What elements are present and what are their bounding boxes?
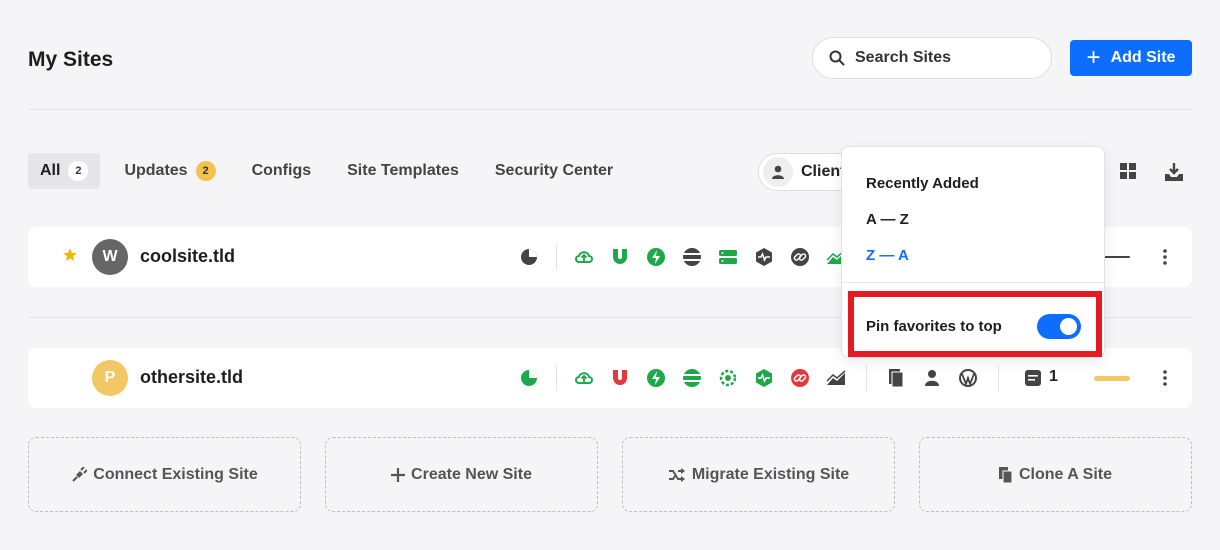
status-bar: [1094, 376, 1130, 381]
seo-icon[interactable]: [718, 368, 738, 388]
user-icon[interactable]: [922, 368, 942, 388]
tab-count-badge: 2: [195, 161, 216, 181]
action-label: Migrate Existing Site: [691, 465, 850, 483]
toggle-knob: [1060, 318, 1077, 335]
search-input[interactable]: Search Sites: [812, 37, 1052, 79]
tab-all[interactable]: All 2: [28, 153, 101, 189]
connect-existing-site-button[interactable]: Connect Existing Site: [28, 437, 301, 512]
sort-option-recently-added[interactable]: Recently Added: [866, 175, 979, 192]
plus-icon: [391, 467, 406, 482]
site-name[interactable]: coolsite.tld: [140, 246, 235, 267]
status-line: [1104, 256, 1130, 258]
avatar: P: [92, 360, 128, 396]
more-options-icon[interactable]: [1158, 247, 1172, 267]
pages-icon[interactable]: [886, 368, 906, 388]
performance-bolt-icon[interactable]: [646, 368, 666, 388]
link-checker-icon[interactable]: [790, 368, 810, 388]
page-title: My Sites: [28, 48, 114, 71]
favorite-star-icon[interactable]: [62, 247, 78, 263]
grid-view-icon[interactable]: [1119, 162, 1137, 180]
link-checker-icon[interactable]: [790, 247, 810, 267]
tab-label: Configs: [251, 162, 312, 179]
uptime-monitor-icon[interactable]: [754, 368, 774, 388]
plus-icon: +: [1086, 44, 1101, 71]
cloud-backup-icon[interactable]: [574, 368, 594, 388]
action-label: Clone A Site: [1018, 465, 1113, 483]
notes-count: 1: [1049, 368, 1058, 385]
tab-count-badge: 2: [68, 161, 89, 181]
divider: [998, 365, 999, 391]
tab-bar: All 2 Updates 2 Configs Site Templates S…: [28, 153, 637, 189]
uptime-monitor-icon[interactable]: [754, 247, 774, 267]
wordpress-icon[interactable]: [958, 368, 978, 388]
client-filter-label: Client: [801, 163, 846, 180]
tab-security-center[interactable]: Security Center: [483, 153, 625, 189]
migrate-arrows-icon: [668, 467, 685, 482]
server-icon[interactable]: [718, 247, 738, 267]
action-label: Create New Site: [411, 465, 532, 483]
tab-label: Site Templates: [347, 162, 459, 179]
site-name[interactable]: othersite.tld: [140, 367, 243, 388]
analytics-chart-icon[interactable]: [826, 368, 846, 388]
cloud-backup-icon[interactable]: [574, 247, 594, 267]
download-icon[interactable]: [1164, 162, 1184, 182]
tab-site-templates[interactable]: Site Templates: [335, 153, 471, 189]
tab-label: All: [40, 162, 61, 179]
tab-updates[interactable]: Updates 2: [112, 153, 227, 189]
plug-icon: [72, 466, 88, 482]
tab-label: Updates: [124, 162, 188, 179]
sort-option-a-z[interactable]: A — Z: [866, 211, 909, 228]
migrate-existing-site-button[interactable]: Migrate Existing Site: [622, 437, 895, 512]
divider: [866, 365, 867, 391]
divider: [556, 365, 557, 391]
copy-icon: [998, 466, 1013, 483]
avatar: W: [92, 239, 128, 275]
clone-a-site-button[interactable]: Clone A Site: [919, 437, 1192, 512]
security-shield-icon[interactable]: [610, 247, 630, 267]
tab-label: Security Center: [494, 162, 614, 179]
sort-option-z-a[interactable]: Z — A: [866, 247, 909, 264]
tab-configs[interactable]: Configs: [240, 153, 324, 189]
wordpress-status-icon[interactable]: [519, 247, 539, 267]
pin-favorites-label: Pin favorites to top: [866, 318, 1002, 335]
add-site-button[interactable]: + Add Site: [1070, 40, 1192, 76]
security-shield-icon[interactable]: [610, 368, 630, 388]
header-divider: [28, 109, 1192, 110]
database-icon[interactable]: [682, 247, 702, 267]
wordpress-status-icon[interactable]: [519, 368, 539, 388]
more-options-icon[interactable]: [1158, 368, 1172, 388]
create-new-site-button[interactable]: Create New Site: [325, 437, 598, 512]
add-site-label: Add Site: [1110, 49, 1176, 66]
performance-bolt-icon[interactable]: [646, 247, 666, 267]
notes-icon[interactable]: [1023, 368, 1043, 388]
pin-favorites-toggle[interactable]: [1037, 314, 1081, 339]
database-icon[interactable]: [682, 368, 702, 388]
search-placeholder: Search Sites: [855, 49, 952, 66]
user-icon: [763, 157, 793, 187]
divider: [556, 244, 557, 270]
action-label: Connect Existing Site: [93, 465, 258, 483]
dropdown-divider: [842, 282, 1104, 283]
search-icon: [829, 50, 845, 66]
